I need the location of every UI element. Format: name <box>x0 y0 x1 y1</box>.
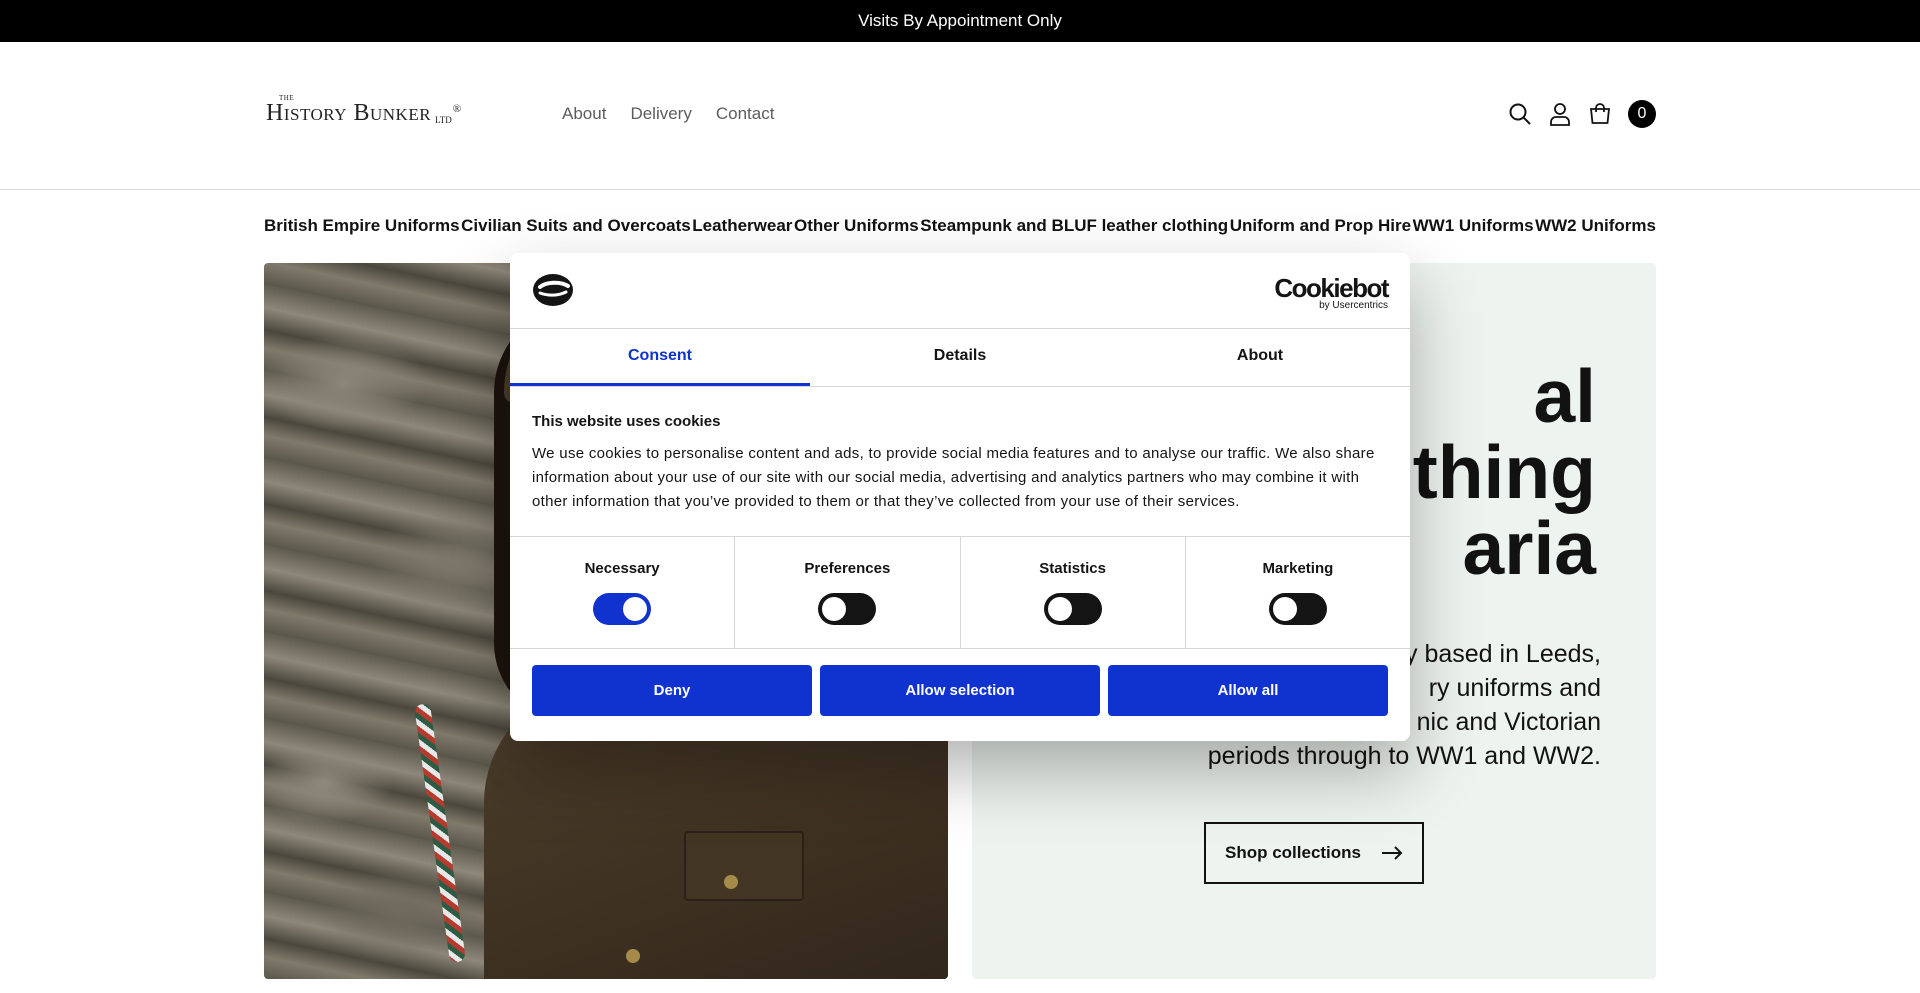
switch-knob <box>623 597 648 621</box>
hero-image-button <box>724 875 738 889</box>
category-other-uniforms[interactable]: Other Uniforms <box>794 216 919 236</box>
category-uniform-prop-hire[interactable]: Uniform and Prop Hire <box>1230 216 1411 236</box>
category-civilian-suits[interactable]: Civilian Suits and Overcoats <box>461 216 691 236</box>
cookiebot-brand-name: Cookiebot <box>1274 273 1389 303</box>
cookie-dialog-header: Cookiebot by Usercentrics <box>510 253 1410 329</box>
nav-about[interactable]: About <box>562 104 606 124</box>
category-steampunk-bluf[interactable]: Steampunk and BLUF leather clothing <box>920 216 1228 236</box>
toggle-marketing-label: Marketing <box>1262 560 1334 577</box>
toggle-preferences: Preferences <box>735 537 961 648</box>
hero-image-lanyard <box>413 703 467 963</box>
logo-name: History Bunker <box>266 100 432 126</box>
category-ww1-uniforms[interactable]: WW1 Uniforms <box>1413 216 1534 236</box>
hero-image-pocket <box>684 831 804 901</box>
toggle-necessary-label: Necessary <box>584 560 660 577</box>
switch-knob <box>1272 597 1297 621</box>
cookie-tabs: Consent Details About <box>510 329 1410 387</box>
shop-collections-button[interactable]: Shop collections <box>1204 822 1424 884</box>
category-leatherwear[interactable]: Leatherwear <box>692 216 792 236</box>
cookie-description: We use cookies to personalise content an… <box>532 445 1375 510</box>
cookie-body: This website uses cookies We use cookies… <box>510 387 1410 537</box>
category-nav: British Empire Uniforms Civilian Suits a… <box>264 216 1656 236</box>
cookie-logo-icon <box>532 273 574 312</box>
deny-button[interactable]: Deny <box>532 665 812 716</box>
toggle-preferences-label: Preferences <box>804 560 891 577</box>
toggle-necessary-switch[interactable] <box>593 593 652 625</box>
logo-ltd: ltd <box>435 111 452 126</box>
toggle-preferences-switch[interactable] <box>818 593 877 625</box>
tab-details[interactable]: Details <box>810 329 1110 386</box>
arrow-right-icon <box>1382 846 1403 860</box>
tab-about[interactable]: About <box>1110 329 1410 386</box>
cart-count-badge[interactable]: 0 <box>1628 100 1656 128</box>
allow-selection-button[interactable]: Allow selection <box>820 665 1100 716</box>
cookie-buttons: Deny Allow selection Allow all <box>510 649 1410 732</box>
toggle-statistics-label: Statistics <box>1039 560 1106 577</box>
tab-consent[interactable]: Consent <box>510 329 810 386</box>
cookie-toggles: Necessary Preferences Statistics Marketi… <box>510 537 1410 649</box>
account-icon[interactable] <box>1548 102 1572 126</box>
header-icons: 0 <box>1508 100 1656 128</box>
switch-knob <box>822 597 847 621</box>
hero-image-button <box>626 949 640 963</box>
logo-the: THE <box>279 94 295 102</box>
logo-reg: ® <box>452 103 462 115</box>
toggle-marketing: Marketing <box>1186 537 1410 648</box>
cookie-heading: This website uses cookies <box>532 413 721 430</box>
search-icon[interactable] <box>1508 102 1532 126</box>
announcement-text: Visits By Appointment Only <box>858 11 1062 30</box>
toggle-marketing-switch[interactable] <box>1268 593 1327 625</box>
category-ww2-uniforms[interactable]: WW2 Uniforms <box>1535 216 1656 236</box>
toggle-necessary: Necessary <box>510 537 736 648</box>
cookiebot-brand[interactable]: Cookiebot by Usercentrics <box>1274 273 1389 311</box>
shop-collections-label: Shop collections <box>1224 843 1362 862</box>
nav-contact[interactable]: Contact <box>716 104 775 124</box>
switch-knob <box>1047 597 1072 621</box>
cookie-consent-dialog: Cookiebot by Usercentrics Consent Detail… <box>510 253 1410 741</box>
toggle-statistics: Statistics <box>961 537 1186 648</box>
allow-all-button[interactable]: Allow all <box>1108 665 1388 716</box>
site-logo[interactable]: THE History Bunker ltd ® <box>266 94 462 127</box>
cart-icon[interactable] <box>1588 102 1612 126</box>
category-british-empire-uniforms[interactable]: British Empire Uniforms <box>264 216 460 236</box>
site-header: THE History Bunker ltd ® About Delivery … <box>0 42 1920 190</box>
toggle-statistics-switch[interactable] <box>1043 593 1102 625</box>
nav-delivery[interactable]: Delivery <box>630 104 691 124</box>
top-nav: About Delivery Contact <box>562 104 774 124</box>
announcement-bar: Visits By Appointment Only <box>0 0 1920 42</box>
